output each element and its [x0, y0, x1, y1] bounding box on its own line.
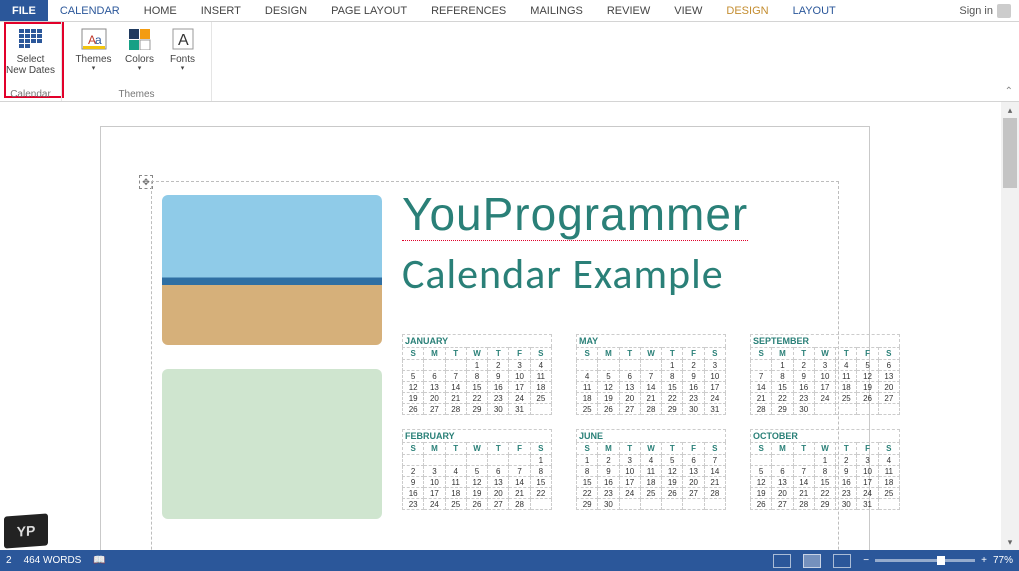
month-table[interactable]: SMTWTFS123456789101112131415161718192021… — [750, 442, 900, 510]
doc-title-2[interactable]: Calendar Example — [402, 249, 838, 300]
spellcheck-icon[interactable]: 📖 — [93, 555, 105, 566]
view-read-mode[interactable] — [773, 554, 791, 568]
tab-review[interactable]: REVIEW — [595, 0, 662, 21]
content-container: YouProgrammer Calendar Example JANUARYSM… — [151, 181, 839, 550]
fonts-button[interactable]: A Fonts▾ — [163, 24, 203, 73]
month-name: JANUARY — [402, 334, 552, 347]
status-bar: 2 464 WORDS 📖 − + 77% — [0, 550, 1019, 571]
group-themes-label: Themes — [62, 89, 211, 100]
colors-label: Colors — [125, 54, 154, 65]
collapse-ribbon-icon[interactable]: ⌃ — [1005, 86, 1013, 97]
month-name: OCTOBER — [750, 429, 900, 442]
calendar-grid: JANUARYSMTWTFS12345678910111213141516171… — [402, 334, 900, 510]
month-table[interactable]: SMTWTFS123456789101112131415161718192021… — [402, 442, 552, 510]
avatar-icon — [997, 4, 1011, 18]
tab-table-layout[interactable]: LAYOUT — [781, 0, 848, 21]
photo-beach-kids[interactable] — [162, 195, 382, 345]
svg-text:A: A — [178, 32, 189, 49]
scroll-up-icon[interactable]: ▴ — [1001, 102, 1019, 118]
page[interactable]: ✥ YouProgrammer Calendar Example JANUARY… — [100, 126, 870, 550]
title-block: YouProgrammer Calendar Example — [402, 187, 838, 300]
fonts-label: Fonts — [170, 54, 195, 65]
zoom-slider[interactable] — [875, 559, 975, 562]
image-column — [162, 195, 382, 543]
tab-home[interactable]: HOME — [132, 0, 189, 21]
zoom-out-button[interactable]: − — [863, 555, 869, 566]
month-june: JUNESMTWTFS12345678910111213141516171819… — [576, 429, 726, 510]
tab-page-layout[interactable]: PAGE LAYOUT — [319, 0, 419, 21]
select-new-dates-button[interactable]: Select New Dates — [6, 24, 56, 76]
calendar-grid-icon — [18, 26, 44, 52]
tab-file[interactable]: FILE — [0, 0, 48, 21]
month-table[interactable]: SMTWTFS123456789101112131415161718192021… — [576, 442, 726, 510]
colors-button[interactable]: Colors▾ — [119, 24, 161, 73]
month-september: SEPTEMBERSMTWTFS123456789101112131415161… — [750, 334, 900, 415]
sign-in-button[interactable]: Sign in — [951, 0, 1019, 21]
colors-icon — [127, 26, 153, 52]
month-name: JUNE — [576, 429, 726, 442]
tab-mailings[interactable]: MAILINGS — [518, 0, 595, 21]
sign-in-label: Sign in — [959, 5, 993, 17]
scroll-down-icon[interactable]: ▾ — [1001, 534, 1019, 550]
word-count[interactable]: 464 WORDS — [24, 555, 82, 566]
document-area: ✥ YouProgrammer Calendar Example JANUARY… — [0, 102, 1001, 550]
zoom-level[interactable]: 77% — [993, 555, 1013, 566]
svg-text:a: a — [95, 33, 102, 47]
themes-label: Themes — [75, 54, 111, 65]
month-table[interactable]: SMTWTFS123456789101112131415161718192021… — [402, 347, 552, 415]
zoom-slider-thumb[interactable] — [937, 556, 945, 565]
doc-title-1[interactable]: YouProgrammer — [402, 187, 838, 243]
month-february: FEBRUARYSMTWTFS1234567891011121314151617… — [402, 429, 552, 510]
tab-calendar[interactable]: Calendar — [48, 0, 132, 21]
vertical-scrollbar[interactable]: ▴ ▾ — [1001, 102, 1019, 550]
themes-button[interactable]: Aa Themes▾ — [71, 24, 117, 73]
select-new-dates-label: Select New Dates — [6, 54, 55, 76]
month-may: MAYSMTWTFS123456789101112131415161718192… — [576, 334, 726, 415]
ribbon: Select New Dates Calendar Aa Themes▾ Col… — [0, 22, 1019, 102]
month-january: JANUARYSMTWTFS12345678910111213141516171… — [402, 334, 552, 415]
month-table[interactable]: SMTWTFS123456789101112131415161718192021… — [576, 347, 726, 415]
tab-view[interactable]: VIEW — [662, 0, 714, 21]
group-calendar-label: Calendar — [0, 89, 61, 100]
page-number: 2 — [6, 555, 12, 566]
month-name: FEBRUARY — [402, 429, 552, 442]
fonts-icon: A — [170, 26, 196, 52]
menu-tabs: FILE Calendar HOME INSERT DESIGN PAGE LA… — [0, 0, 1019, 22]
zoom-in-button[interactable]: + — [981, 555, 987, 566]
tab-table-design[interactable]: DESIGN — [714, 0, 780, 21]
month-table[interactable]: SMTWTFS123456789101112131415161718192021… — [750, 347, 900, 415]
view-print-layout[interactable] — [803, 554, 821, 568]
month-october: OCTOBERSMTWTFS12345678910111213141516171… — [750, 429, 900, 510]
tab-design[interactable]: DESIGN — [253, 0, 319, 21]
photo-child-playing[interactable] — [162, 369, 382, 519]
view-web-layout[interactable] — [833, 554, 851, 568]
month-name: SEPTEMBER — [750, 334, 900, 347]
tab-references[interactable]: REFERENCES — [419, 0, 518, 21]
scroll-thumb[interactable] — [1003, 118, 1017, 188]
page-indicator[interactable]: 2 — [6, 555, 12, 566]
zoom-control: − + 77% — [863, 555, 1013, 566]
tab-insert[interactable]: INSERT — [189, 0, 253, 21]
themes-icon: Aa — [81, 26, 107, 52]
month-name: MAY — [576, 334, 726, 347]
yp-logo: YP — [4, 513, 48, 548]
